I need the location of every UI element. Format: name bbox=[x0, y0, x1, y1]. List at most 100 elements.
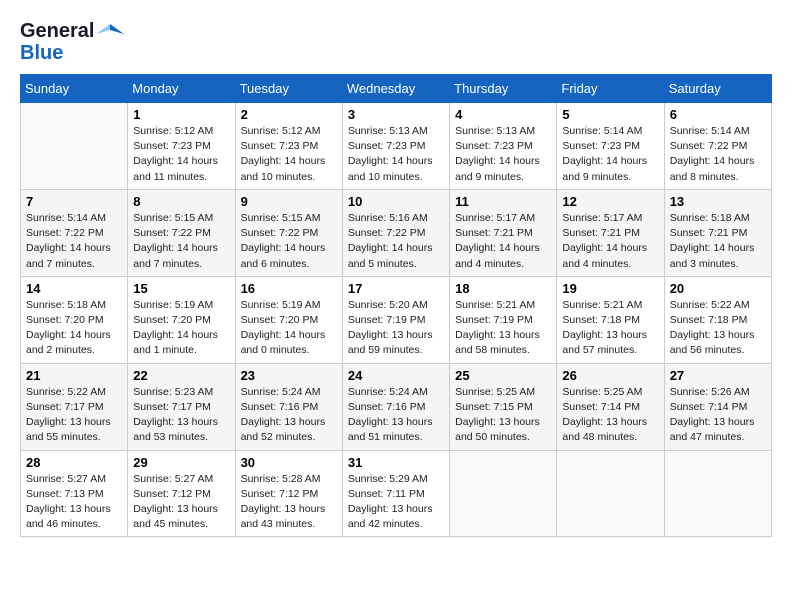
day-number: 26 bbox=[562, 368, 658, 383]
col-header-thursday: Thursday bbox=[450, 75, 557, 103]
day-info: Sunrise: 5:17 AM Sunset: 7:21 PM Dayligh… bbox=[455, 211, 551, 272]
day-info: Sunrise: 5:19 AM Sunset: 7:20 PM Dayligh… bbox=[241, 298, 337, 359]
calendar-cell: 31 Sunrise: 5:29 AM Sunset: 7:11 PM Dayli… bbox=[342, 450, 449, 537]
col-header-monday: Monday bbox=[128, 75, 235, 103]
calendar-cell: 17Sunrise: 5:20 AM Sunset: 7:19 PM Dayli… bbox=[342, 276, 449, 363]
day-number: 30 bbox=[241, 455, 337, 470]
day-info: Sunrise: 5:22 AM Sunset: 7:17 PM Dayligh… bbox=[26, 385, 122, 446]
logo-bird-icon bbox=[96, 20, 124, 42]
day-info: Sunrise: 5:13 AM Sunset: 7:23 PM Dayligh… bbox=[455, 124, 551, 185]
logo-blue: Blue bbox=[20, 42, 63, 64]
day-info: Sunrise: 5:27 AM Sunset: 7:13 PM Dayligh… bbox=[26, 472, 122, 533]
day-number: 9 bbox=[241, 194, 337, 209]
calendar-cell: 19Sunrise: 5:21 AM Sunset: 7:18 PM Dayli… bbox=[557, 276, 664, 363]
calendar-cell: 3 Sunrise: 5:13 AM Sunset: 7:23 PM Daylig… bbox=[342, 103, 449, 190]
day-info: Sunrise: 5:22 AM Sunset: 7:18 PM Dayligh… bbox=[670, 298, 766, 359]
day-number: 28 bbox=[26, 455, 122, 470]
col-header-wednesday: Wednesday bbox=[342, 75, 449, 103]
day-number: 13 bbox=[670, 194, 766, 209]
calendar-cell: 8Sunrise: 5:15 AM Sunset: 7:22 PM Daylig… bbox=[128, 189, 235, 276]
day-number: 14 bbox=[26, 281, 122, 296]
day-number: 3 bbox=[348, 107, 444, 122]
day-number: 31 bbox=[348, 455, 444, 470]
day-info: Sunrise: 5:28 AM Sunset: 7:12 PM Dayligh… bbox=[241, 472, 337, 533]
calendar-cell: 7 Sunrise: 5:14 AM Sunset: 7:22 PM Daylig… bbox=[21, 189, 128, 276]
calendar-cell: 23 Sunrise: 5:24 AM Sunset: 7:16 PM Dayli… bbox=[235, 363, 342, 450]
col-header-saturday: Saturday bbox=[664, 75, 771, 103]
logo-general: General bbox=[20, 20, 94, 42]
calendar-cell: 14 Sunrise: 5:18 AM Sunset: 7:20 PM Dayli… bbox=[21, 276, 128, 363]
day-info: Sunrise: 5:24 AM Sunset: 7:16 PM Dayligh… bbox=[241, 385, 337, 446]
calendar-cell: 18 Sunrise: 5:21 AM Sunset: 7:19 PM Dayli… bbox=[450, 276, 557, 363]
calendar-cell: 9 Sunrise: 5:15 AM Sunset: 7:22 PM Daylig… bbox=[235, 189, 342, 276]
day-info: Sunrise: 5:21 AM Sunset: 7:19 PM Dayligh… bbox=[455, 298, 551, 359]
calendar-week-3: 21Sunrise: 5:22 AM Sunset: 7:17 PM Dayli… bbox=[21, 363, 772, 450]
day-number: 25 bbox=[455, 368, 551, 383]
calendar-cell: 21Sunrise: 5:22 AM Sunset: 7:17 PM Dayli… bbox=[21, 363, 128, 450]
calendar-cell: 12Sunrise: 5:17 AM Sunset: 7:21 PM Dayli… bbox=[557, 189, 664, 276]
calendar-cell: 20 Sunrise: 5:22 AM Sunset: 7:18 PM Dayli… bbox=[664, 276, 771, 363]
day-number: 27 bbox=[670, 368, 766, 383]
calendar-cell: 6 Sunrise: 5:14 AM Sunset: 7:22 PM Daylig… bbox=[664, 103, 771, 190]
day-info: Sunrise: 5:25 AM Sunset: 7:15 PM Dayligh… bbox=[455, 385, 551, 446]
day-info: Sunrise: 5:15 AM Sunset: 7:22 PM Dayligh… bbox=[241, 211, 337, 272]
day-info: Sunrise: 5:13 AM Sunset: 7:23 PM Dayligh… bbox=[348, 124, 444, 185]
calendar-week-1: 7 Sunrise: 5:14 AM Sunset: 7:22 PM Daylig… bbox=[21, 189, 772, 276]
day-info: Sunrise: 5:14 AM Sunset: 7:23 PM Dayligh… bbox=[562, 124, 658, 185]
calendar-week-4: 28 Sunrise: 5:27 AM Sunset: 7:13 PM Dayli… bbox=[21, 450, 772, 537]
day-info: Sunrise: 5:12 AM Sunset: 7:23 PM Dayligh… bbox=[133, 124, 229, 185]
logo: General Blue bbox=[20, 20, 124, 64]
day-info: Sunrise: 5:18 AM Sunset: 7:20 PM Dayligh… bbox=[26, 298, 122, 359]
day-number: 23 bbox=[241, 368, 337, 383]
day-number: 22 bbox=[133, 368, 229, 383]
day-number: 6 bbox=[670, 107, 766, 122]
day-number: 11 bbox=[455, 194, 551, 209]
calendar-cell: 29 Sunrise: 5:27 AM Sunset: 7:12 PM Dayli… bbox=[128, 450, 235, 537]
day-number: 4 bbox=[455, 107, 551, 122]
calendar-cell: 25 Sunrise: 5:25 AM Sunset: 7:15 PM Dayli… bbox=[450, 363, 557, 450]
day-number: 15 bbox=[133, 281, 229, 296]
day-number: 20 bbox=[670, 281, 766, 296]
calendar-cell: 5 Sunrise: 5:14 AM Sunset: 7:23 PM Daylig… bbox=[557, 103, 664, 190]
day-number: 5 bbox=[562, 107, 658, 122]
calendar-cell: 22 Sunrise: 5:23 AM Sunset: 7:17 PM Dayli… bbox=[128, 363, 235, 450]
day-info: Sunrise: 5:23 AM Sunset: 7:17 PM Dayligh… bbox=[133, 385, 229, 446]
col-header-friday: Friday bbox=[557, 75, 664, 103]
day-number: 1 bbox=[133, 107, 229, 122]
day-info: Sunrise: 5:14 AM Sunset: 7:22 PM Dayligh… bbox=[26, 211, 122, 272]
calendar-cell: 10 Sunrise: 5:16 AM Sunset: 7:22 PM Dayli… bbox=[342, 189, 449, 276]
day-info: Sunrise: 5:27 AM Sunset: 7:12 PM Dayligh… bbox=[133, 472, 229, 533]
day-number: 19 bbox=[562, 281, 658, 296]
calendar-cell: 30 Sunrise: 5:28 AM Sunset: 7:12 PM Dayli… bbox=[235, 450, 342, 537]
calendar-cell: 16 Sunrise: 5:19 AM Sunset: 7:20 PM Dayli… bbox=[235, 276, 342, 363]
day-info: Sunrise: 5:17 AM Sunset: 7:21 PM Dayligh… bbox=[562, 211, 658, 272]
day-number: 7 bbox=[26, 194, 122, 209]
calendar-cell: 26 Sunrise: 5:25 AM Sunset: 7:14 PM Dayli… bbox=[557, 363, 664, 450]
calendar-header: SundayMondayTuesdayWednesdayThursdayFrid… bbox=[21, 75, 772, 103]
calendar-cell: 1 Sunrise: 5:12 AM Sunset: 7:23 PM Daylig… bbox=[128, 103, 235, 190]
day-info: Sunrise: 5:16 AM Sunset: 7:22 PM Dayligh… bbox=[348, 211, 444, 272]
col-header-tuesday: Tuesday bbox=[235, 75, 342, 103]
calendar-cell bbox=[450, 450, 557, 537]
calendar-cell bbox=[664, 450, 771, 537]
day-info: Sunrise: 5:14 AM Sunset: 7:22 PM Dayligh… bbox=[670, 124, 766, 185]
day-info: Sunrise: 5:26 AM Sunset: 7:14 PM Dayligh… bbox=[670, 385, 766, 446]
day-info: Sunrise: 5:29 AM Sunset: 7:11 PM Dayligh… bbox=[348, 472, 444, 533]
day-number: 16 bbox=[241, 281, 337, 296]
day-number: 2 bbox=[241, 107, 337, 122]
day-info: Sunrise: 5:24 AM Sunset: 7:16 PM Dayligh… bbox=[348, 385, 444, 446]
day-info: Sunrise: 5:25 AM Sunset: 7:14 PM Dayligh… bbox=[562, 385, 658, 446]
day-number: 10 bbox=[348, 194, 444, 209]
calendar-cell: 4 Sunrise: 5:13 AM Sunset: 7:23 PM Daylig… bbox=[450, 103, 557, 190]
day-number: 24 bbox=[348, 368, 444, 383]
calendar-cell: 13 Sunrise: 5:18 AM Sunset: 7:21 PM Dayli… bbox=[664, 189, 771, 276]
day-number: 29 bbox=[133, 455, 229, 470]
day-info: Sunrise: 5:20 AM Sunset: 7:19 PM Dayligh… bbox=[348, 298, 444, 359]
day-number: 18 bbox=[455, 281, 551, 296]
calendar-cell bbox=[557, 450, 664, 537]
day-number: 8 bbox=[133, 194, 229, 209]
calendar-week-2: 14 Sunrise: 5:18 AM Sunset: 7:20 PM Dayli… bbox=[21, 276, 772, 363]
calendar-cell: 11 Sunrise: 5:17 AM Sunset: 7:21 PM Dayli… bbox=[450, 189, 557, 276]
calendar-cell: 27 Sunrise: 5:26 AM Sunset: 7:14 PM Dayli… bbox=[664, 363, 771, 450]
day-info: Sunrise: 5:18 AM Sunset: 7:21 PM Dayligh… bbox=[670, 211, 766, 272]
